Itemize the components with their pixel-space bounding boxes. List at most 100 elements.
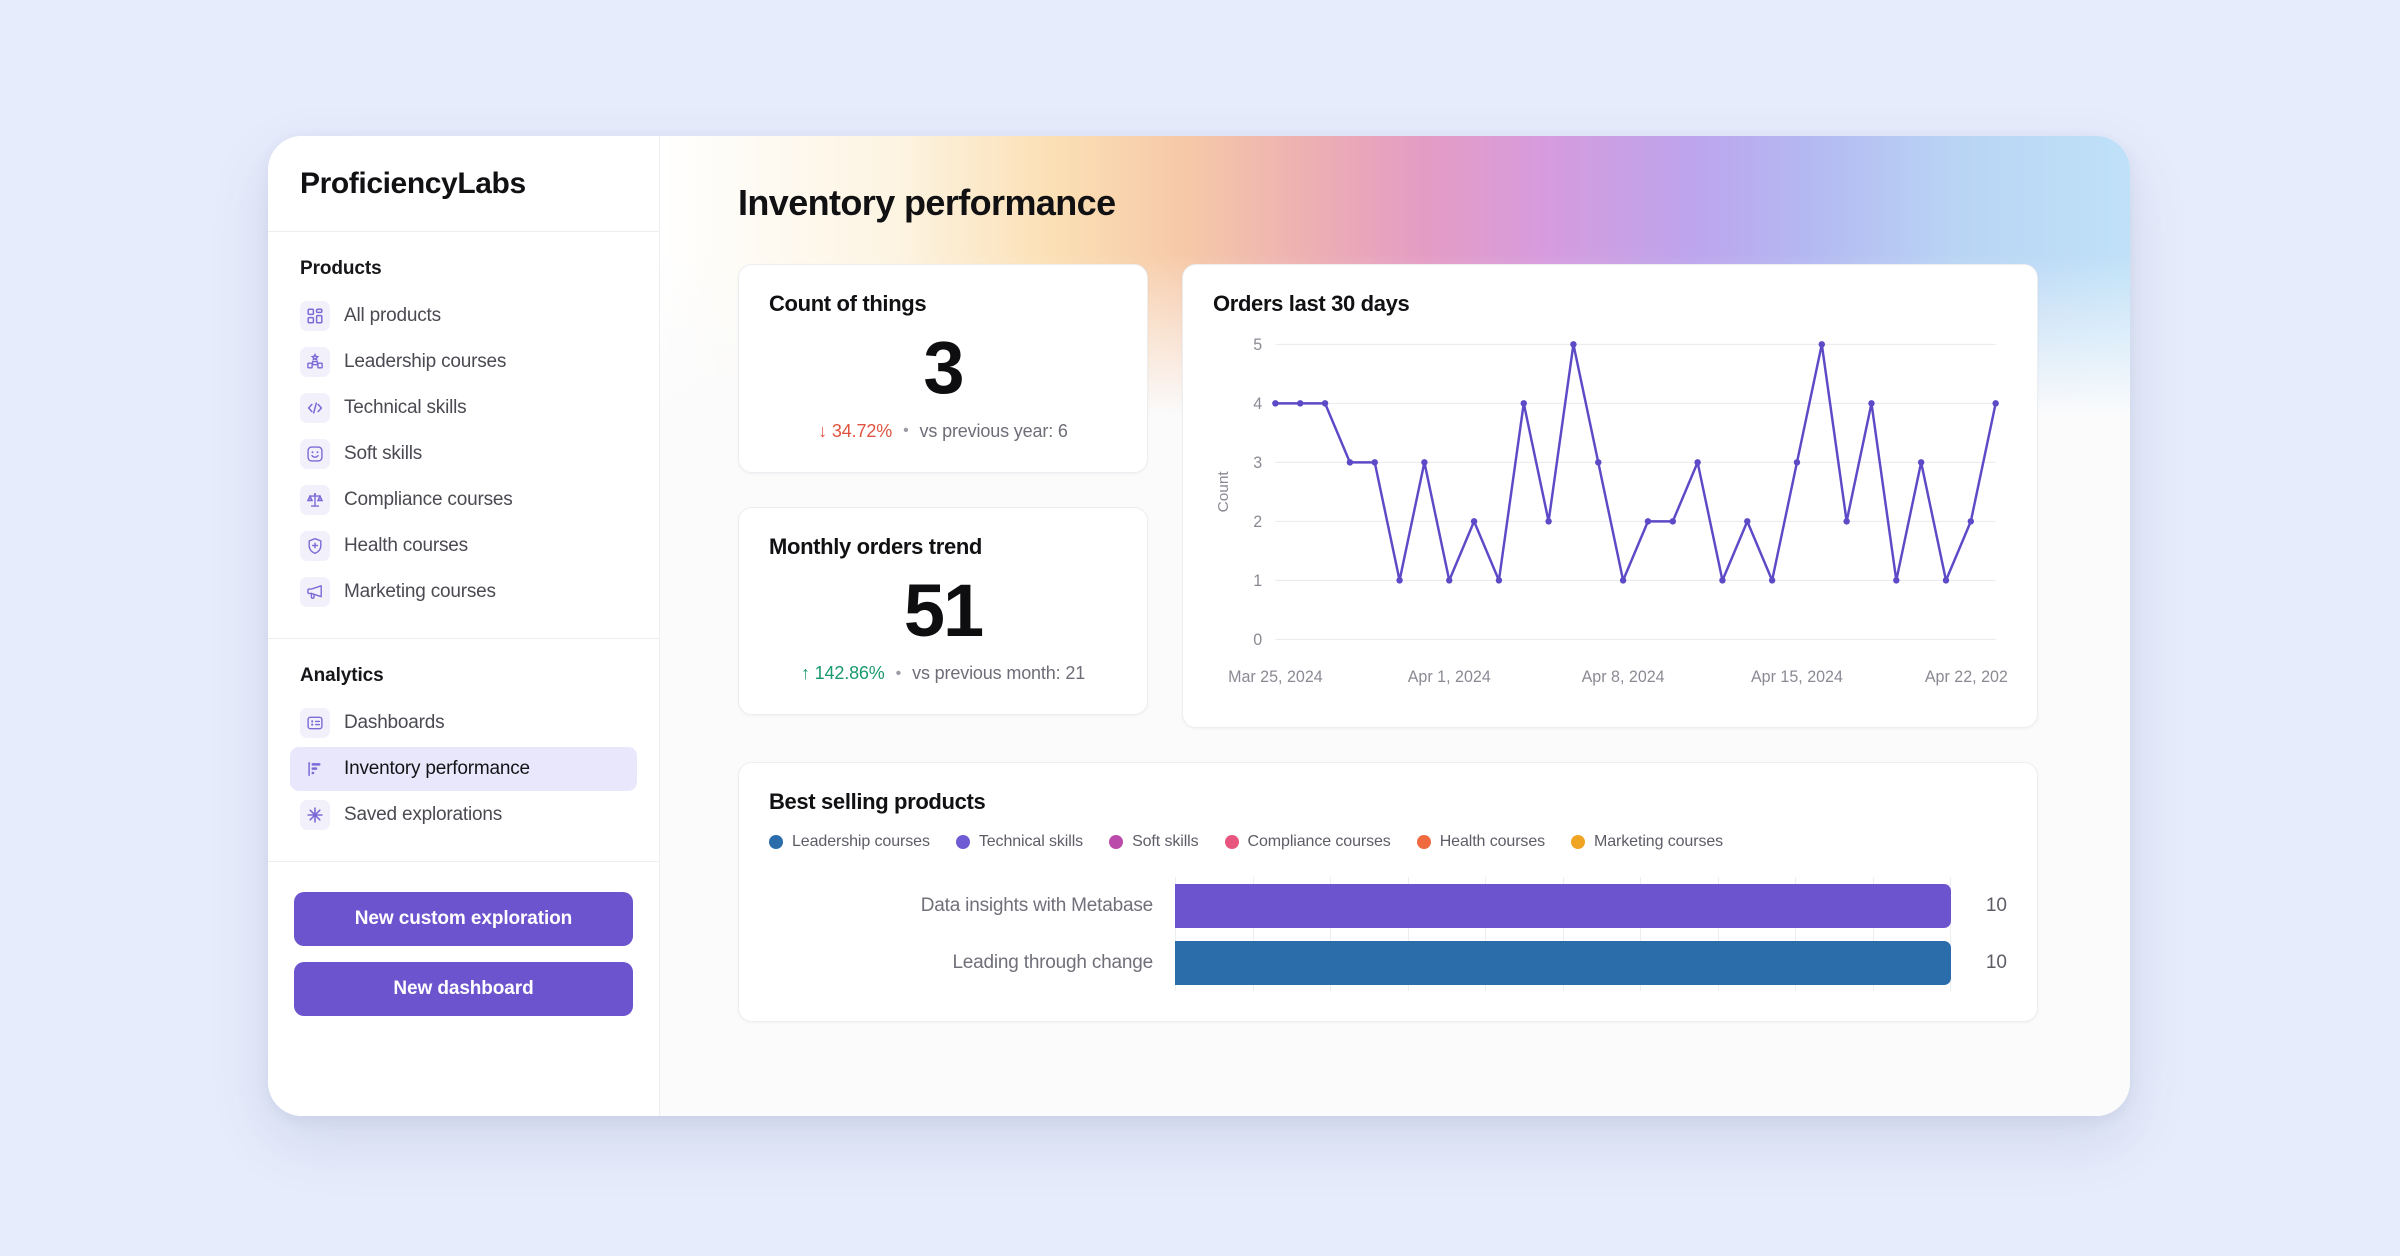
sidebar-item-label: Dashboards bbox=[344, 712, 445, 733]
svg-text:Apr 8, 2024: Apr 8, 2024 bbox=[1582, 668, 1665, 686]
sidebar-item-dashboards[interactable]: Dashboards bbox=[290, 701, 637, 745]
legend-item[interactable]: Marketing courses bbox=[1571, 833, 1723, 851]
line-chart-column: Orders last 30 days 0 1 2 3 4 5 Count Mar 25, 2… bbox=[1182, 264, 2038, 728]
bar-chart-bars: Data insights with Metabase 10 Leading thr… bbox=[769, 877, 2007, 991]
separator-dot: • bbox=[903, 422, 909, 440]
card-title: Orders last 30 days bbox=[1213, 291, 1410, 316]
sidebar-item-inventory-performance[interactable]: Inventory performance bbox=[290, 747, 637, 791]
scalar-body: 51 ↑ 142.86% • vs previous month: 21 bbox=[769, 568, 1117, 685]
legend-color-dot bbox=[1416, 835, 1431, 849]
sidebar-item-health-courses[interactable]: Health courses bbox=[290, 524, 637, 568]
svg-text:0: 0 bbox=[1253, 631, 1262, 649]
sparkle-icon bbox=[300, 800, 330, 830]
bar-chart-legend: Leadership courses Technical skills Soft s… bbox=[769, 833, 2007, 851]
svg-text:5: 5 bbox=[1253, 336, 1262, 354]
sidebar-item-label: Technical skills bbox=[344, 397, 467, 418]
sidebar-item-technical-skills[interactable]: Technical skills bbox=[290, 386, 637, 430]
legend-item[interactable]: Leadership courses bbox=[769, 833, 930, 851]
sidebar-item-label: Leadership courses bbox=[344, 351, 507, 372]
cards-row: Count of things 3 ↓ 34.72% • vs previous… bbox=[738, 264, 2130, 728]
smiley-icon bbox=[300, 439, 330, 469]
comparison-text: vs previous month: 21 bbox=[912, 663, 1086, 684]
new-dashboard-button[interactable]: New dashboard bbox=[294, 962, 633, 1016]
svg-text:1: 1 bbox=[1253, 572, 1262, 590]
svg-text:Count: Count bbox=[1215, 471, 1232, 513]
bar-track bbox=[1175, 877, 1951, 934]
bar-value-label: 10 bbox=[1985, 951, 2007, 973]
delta-badge: ↑ 142.86% bbox=[800, 663, 885, 684]
card-title: Count of things bbox=[769, 291, 927, 316]
sidebar-item-all-products[interactable]: All products bbox=[290, 294, 637, 338]
card-orders-last-30-days[interactable]: Orders last 30 days 0 1 2 3 4 5 Count Mar 25, 2… bbox=[1182, 264, 2038, 728]
products-section-title: Products bbox=[300, 258, 382, 279]
svg-text:Apr 1, 2024: Apr 1, 2024 bbox=[1408, 668, 1491, 686]
scales-icon bbox=[300, 485, 330, 515]
legend-label: Technical skills bbox=[978, 833, 1084, 850]
legend-label: Leadership courses bbox=[792, 833, 930, 850]
bar-value-label: 10 bbox=[1985, 894, 2007, 916]
svg-text:4: 4 bbox=[1253, 395, 1262, 413]
card-count-of-things[interactable]: Count of things 3 ↓ 34.72% • vs previous… bbox=[738, 264, 1148, 473]
sidebar-item-label: Soft skills bbox=[344, 443, 423, 464]
shield-plus-icon bbox=[300, 531, 330, 561]
bar-list-icon bbox=[300, 754, 330, 784]
sidebar-item-label: Inventory performance bbox=[344, 758, 530, 779]
scalar-cards-column: Count of things 3 ↓ 34.72% • vs previous… bbox=[738, 264, 1148, 728]
legend-item[interactable]: Health courses bbox=[1416, 833, 1546, 851]
svg-text:3: 3 bbox=[1253, 454, 1262, 472]
scalar-meta: ↑ 142.86% • vs previous month: 21 bbox=[769, 663, 1117, 684]
legend-item[interactable]: Compliance courses bbox=[1224, 833, 1391, 851]
bar-fill[interactable] bbox=[1175, 940, 1951, 985]
line-chart-svg: 0 1 2 3 4 5 Count Mar 25, 2024 Apr 1, 2024 Apr 8,… bbox=[1215, 336, 2007, 686]
card-best-selling-products[interactable]: Best selling products Leadership courses… bbox=[738, 762, 2038, 1022]
code-icon bbox=[300, 393, 330, 423]
podium-icon bbox=[300, 347, 330, 377]
bar-category-label: Data insights with Metabase bbox=[920, 894, 1153, 916]
bar-fill[interactable] bbox=[1175, 883, 1951, 928]
card-monthly-orders-trend[interactable]: Monthly orders trend 51 ↑ 142.86% • vs p… bbox=[738, 506, 1148, 716]
sidebar-item-label: All products bbox=[344, 305, 441, 326]
scalar-value: 3 bbox=[923, 326, 964, 409]
sidebar-item-marketing-courses[interactable]: Marketing courses bbox=[290, 570, 637, 614]
legend-item[interactable]: Soft skills bbox=[1109, 833, 1199, 851]
sidebar-item-soft-skills[interactable]: Soft skills bbox=[290, 432, 637, 476]
megaphone-icon bbox=[300, 577, 330, 607]
brand-area: ProficiencyLabs bbox=[268, 136, 659, 232]
sidebar-item-compliance-courses[interactable]: Compliance courses bbox=[290, 478, 637, 522]
bar-track bbox=[1175, 934, 1951, 991]
legend-label: Marketing courses bbox=[1594, 833, 1724, 850]
new-custom-exploration-button[interactable]: New custom exploration bbox=[294, 892, 633, 946]
scalar-body: 3 ↓ 34.72% • vs previous year: 6 bbox=[769, 329, 1117, 442]
legend-item[interactable]: Technical skills bbox=[955, 833, 1084, 851]
legend-color-dot bbox=[1224, 835, 1239, 849]
svg-text:Apr 22, 2024: Apr 22, 2024 bbox=[1925, 668, 2007, 686]
bar-category-label: Leading through change bbox=[952, 951, 1153, 973]
svg-text:2: 2 bbox=[1253, 513, 1262, 531]
app-window: ProficiencyLabs Products All products Le… bbox=[268, 136, 2130, 1116]
legend-label: Health courses bbox=[1439, 833, 1546, 850]
sidebar: ProficiencyLabs Products All products Le… bbox=[268, 136, 660, 1116]
legend-color-dot bbox=[1571, 835, 1586, 849]
products-section: Products All products Leadership courses… bbox=[268, 232, 659, 639]
bar-row[interactable]: Leading through change 10 bbox=[769, 934, 2007, 991]
analytics-section-title: Analytics bbox=[300, 665, 384, 686]
sidebar-actions: New custom exploration New dashboard bbox=[268, 862, 659, 1032]
bar-row[interactable]: Data insights with Metabase 10 bbox=[769, 877, 2007, 934]
card-title: Best selling products bbox=[769, 789, 986, 814]
legend-label: Soft skills bbox=[1132, 833, 1199, 850]
grid-icon bbox=[300, 301, 330, 331]
scalar-value: 51 bbox=[903, 568, 984, 652]
card-title: Monthly orders trend bbox=[769, 533, 983, 559]
scalar-meta: ↓ 34.72% • vs previous year: 6 bbox=[769, 421, 1117, 442]
sidebar-item-label: Compliance courses bbox=[344, 489, 513, 510]
separator-dot: • bbox=[895, 664, 902, 682]
legend-color-dot bbox=[955, 835, 970, 849]
line-chart[interactable]: 0 1 2 3 4 5 Count Mar 25, 2024 Apr 1, 2024 Apr 8,… bbox=[1213, 327, 2007, 703]
svg-text:Mar 25, 2024: Mar 25, 2024 bbox=[1228, 668, 1323, 686]
analytics-section: Analytics Dashboards Inventory performan… bbox=[268, 639, 659, 862]
sidebar-item-saved-explorations[interactable]: Saved explorations bbox=[290, 793, 637, 837]
sidebar-item-label: Health courses bbox=[344, 535, 468, 556]
sidebar-item-label: Saved explorations bbox=[344, 804, 503, 825]
sidebar-item-leadership-courses[interactable]: Leadership courses bbox=[290, 340, 637, 384]
dashboard-icon bbox=[300, 708, 330, 738]
